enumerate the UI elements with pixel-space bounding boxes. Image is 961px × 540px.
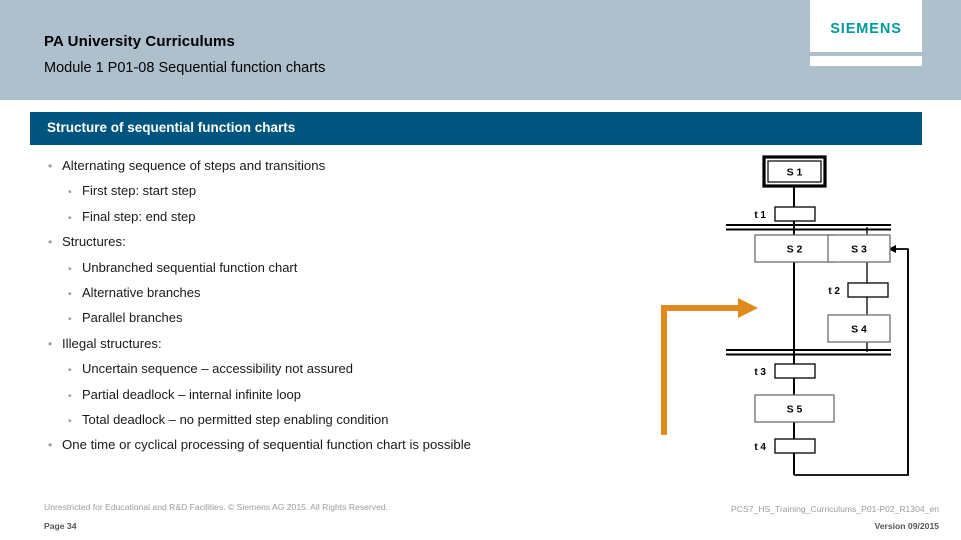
content-bullet-list: • Alternating sequence of steps and trans…: [40, 153, 640, 458]
siemens-logo: SIEMENS: [810, 0, 922, 52]
list-item-label: Total deadlock – no permitted step enabl…: [82, 411, 389, 427]
sfc-transition-t4: t 4: [754, 438, 816, 454]
list-item-label: Uncertain sequence – accessibility not a…: [82, 361, 353, 377]
list-item-label: One time or cyclical processing of seque…: [62, 437, 472, 453]
bullet-marker-icon: •: [68, 287, 72, 300]
list-item-label: Partial deadlock – internal infinite loo…: [82, 386, 301, 402]
sfc-step-s4: S 4: [827, 314, 891, 343]
bullet-marker-icon: •: [68, 364, 72, 377]
list-item: • Final step: end step: [40, 204, 640, 229]
list-item-label: Alternating sequence of steps and transi…: [62, 158, 326, 173]
bullet-marker-icon: •: [68, 211, 72, 224]
page-title: PA University Curriculums: [44, 33, 235, 50]
bullet-marker-icon: •: [48, 159, 53, 173]
list-item: • Partial deadlock – internal infinite lo…: [40, 382, 640, 407]
list-item: • Total deadlock – no permitted step enab…: [40, 407, 640, 432]
sfc-transition-t2-label: t 2: [828, 286, 840, 297]
bullet-marker-icon: •: [68, 414, 72, 427]
bullet-marker-icon: •: [68, 186, 72, 199]
sfc-step-s3-label: S 3: [851, 244, 867, 256]
sfc-step-s4-label: S 4: [851, 324, 867, 336]
sfc-transition-t4-label: t 4: [754, 442, 766, 453]
orange-arrowhead-icon: [738, 298, 758, 318]
sfc-step-s1-label: S 1: [787, 167, 803, 179]
sfc-transition-t2: t 2: [828, 282, 889, 298]
list-item: • First step: start step: [40, 178, 640, 203]
sfc-transition-t1: t 1: [754, 206, 816, 222]
footer-page-number: Page 34: [44, 521, 77, 531]
footer-version: Version 09/2015: [874, 521, 940, 531]
list-item: • Structures:: [40, 229, 640, 254]
footer-document-id: PCS7_HS_Training_Curriculums_P01-P02_R13…: [731, 504, 939, 514]
sfc-step-s1: S 1: [762, 155, 827, 188]
bullet-marker-icon: •: [68, 262, 72, 275]
list-item: • Alternating sequence of steps and trans…: [40, 153, 640, 178]
sfc-transition-t3-label: t 3: [754, 367, 766, 378]
bullet-marker-icon: •: [48, 336, 53, 351]
sfc-step-s3: S 3: [827, 234, 891, 263]
list-item: • Alternative branches: [40, 280, 640, 305]
section-title: Structure of sequential function charts: [47, 120, 296, 135]
list-item-label: Alternative branches: [82, 284, 201, 300]
bullet-marker-icon: •: [68, 389, 72, 402]
sfc-transition-t1-label: t 1: [754, 210, 766, 221]
footer-legal-text: Unrestricted for Educational and R&D Fac…: [44, 502, 389, 512]
page-subtitle: Module 1 P01-08 Sequential function char…: [44, 60, 326, 76]
list-item-label: Parallel branches: [82, 310, 183, 326]
list-item: • One time or cyclical processing of sequ…: [40, 432, 640, 457]
list-item-label: First step: start step: [82, 183, 197, 199]
list-item: • Parallel branches: [40, 305, 640, 330]
list-item: • Uncertain sequence – accessibility not …: [40, 356, 640, 381]
list-item-label: Illegal structures:: [62, 335, 162, 351]
bullet-marker-icon: •: [48, 235, 53, 250]
logo-underbar: [810, 56, 922, 66]
sfc-step-s2: S 2: [754, 234, 835, 263]
section-header-bar: Structure of sequential function charts: [30, 112, 922, 145]
sfc-step-s2-label: S 2: [787, 244, 803, 256]
sfc-step-s5: S 5: [754, 394, 835, 423]
list-item: • Unbranched sequential function chart: [40, 255, 640, 280]
list-item-label: Final step: end step: [82, 208, 196, 224]
sfc-transition-t3: t 3: [754, 363, 816, 379]
sfc-step-s5-label: S 5: [787, 404, 803, 416]
parallel-join-bar: [726, 349, 891, 356]
bullet-marker-icon: •: [68, 313, 72, 326]
parallel-split-bar: [726, 224, 891, 231]
list-item-label: Unbranched sequential function chart: [82, 259, 298, 275]
list-item-label: Structures:: [62, 234, 126, 250]
siemens-logo-text: SIEMENS: [830, 21, 902, 37]
orange-annotation-arrow: [661, 298, 758, 435]
slide: PA University Curriculums Module 1 P01-0…: [0, 0, 961, 540]
bullet-marker-icon: •: [48, 438, 53, 453]
sequential-function-chart-diagram: S 1 t 1 S 2 S 3 t 2 S 4 t 3 S 5 t 4: [640, 145, 961, 485]
list-item: • Illegal structures:: [40, 331, 640, 356]
